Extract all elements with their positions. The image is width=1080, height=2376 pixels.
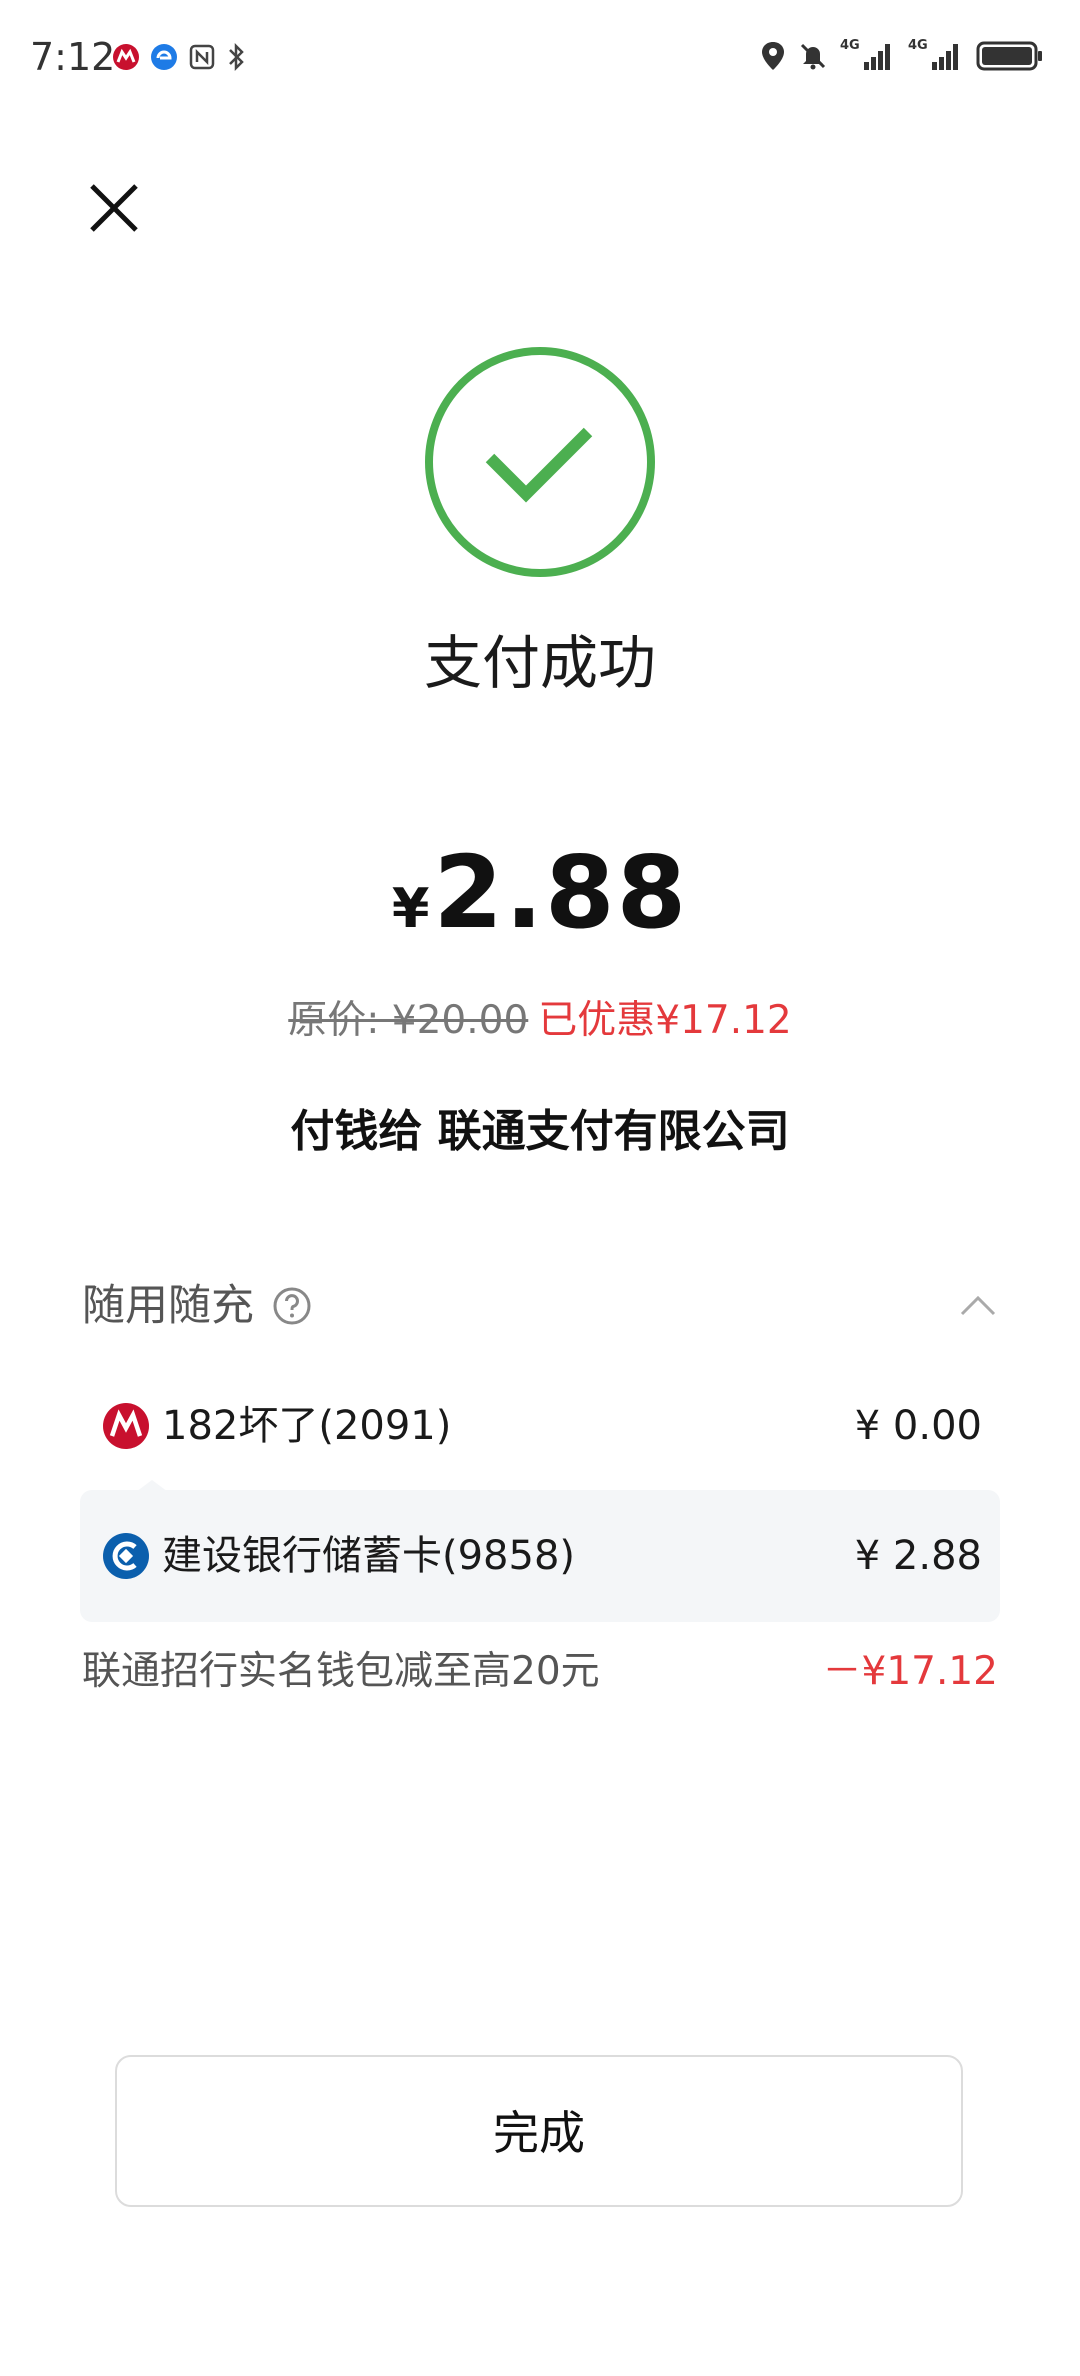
payee-name: 付钱给 联通支付有限公司 (290, 1106, 790, 1157)
close-icon (90, 184, 138, 232)
payment-method-row: 建设银行储蓄卡(9858) ¥ 2.88 (80, 1490, 1000, 1622)
payment-method-name: 建设银行储蓄卡(9858) (162, 1533, 576, 1579)
close-button[interactable] (82, 176, 146, 240)
bluetooth-icon (229, 42, 244, 72)
amount-value: 2.88 (433, 834, 689, 951)
payment-success-title: 支付成功 (423, 629, 656, 697)
check-circle-icon (425, 347, 655, 577)
battery-icon (976, 41, 1042, 71)
done-button[interactable]: 完成 (115, 2055, 963, 2207)
signal-4g-icon: 4G (840, 38, 896, 72)
currency-symbol: ¥ (391, 877, 430, 940)
promotion-row: 联通招行实名钱包减至高20元 －¥17.12 (82, 1640, 998, 1704)
payment-method-amount: ¥ 0.00 (854, 1403, 982, 1449)
payment-method-row: 182坏了(2091) ¥ 0.00 (80, 1360, 1000, 1492)
paid-amount: ¥2.88 (0, 838, 1080, 977)
status-time: 7:12 (30, 35, 116, 79)
cmb-bank-logo (103, 1403, 149, 1449)
nfc-icon (189, 44, 215, 70)
payment-section-title: 随用随充 (82, 1281, 254, 1331)
promotion-value: －¥17.12 (822, 1649, 998, 1694)
payment-section-header[interactable]: 随用随充 (82, 1274, 998, 1338)
price-breakdown: 原价: ¥20.00 已优惠¥17.12 (0, 993, 1080, 1049)
cmb-bank-icon (113, 44, 139, 70)
promotion-label: 联通招行实名钱包减至高20元 (82, 1649, 600, 1694)
original-price: 原价: ¥20.00 (288, 998, 529, 1043)
status-right-icons: 4G 4G (760, 38, 1044, 72)
status-left-icons (112, 42, 246, 72)
signal-4g-icon: 4G (908, 38, 964, 72)
browser-icon (151, 44, 177, 70)
payment-method-amount: ¥ 2.88 (854, 1533, 982, 1579)
help-circle-icon[interactable] (272, 1286, 312, 1326)
status-bar: 7:12 4G 4G (0, 0, 1080, 116)
mute-icon (800, 43, 826, 70)
chevron-up-icon[interactable] (958, 1288, 998, 1322)
discount-amount: 已优惠¥17.12 (538, 998, 792, 1043)
ccb-bank-logo (103, 1533, 149, 1579)
location-icon (762, 42, 784, 70)
payment-method-name: 182坏了(2091) (162, 1403, 452, 1449)
